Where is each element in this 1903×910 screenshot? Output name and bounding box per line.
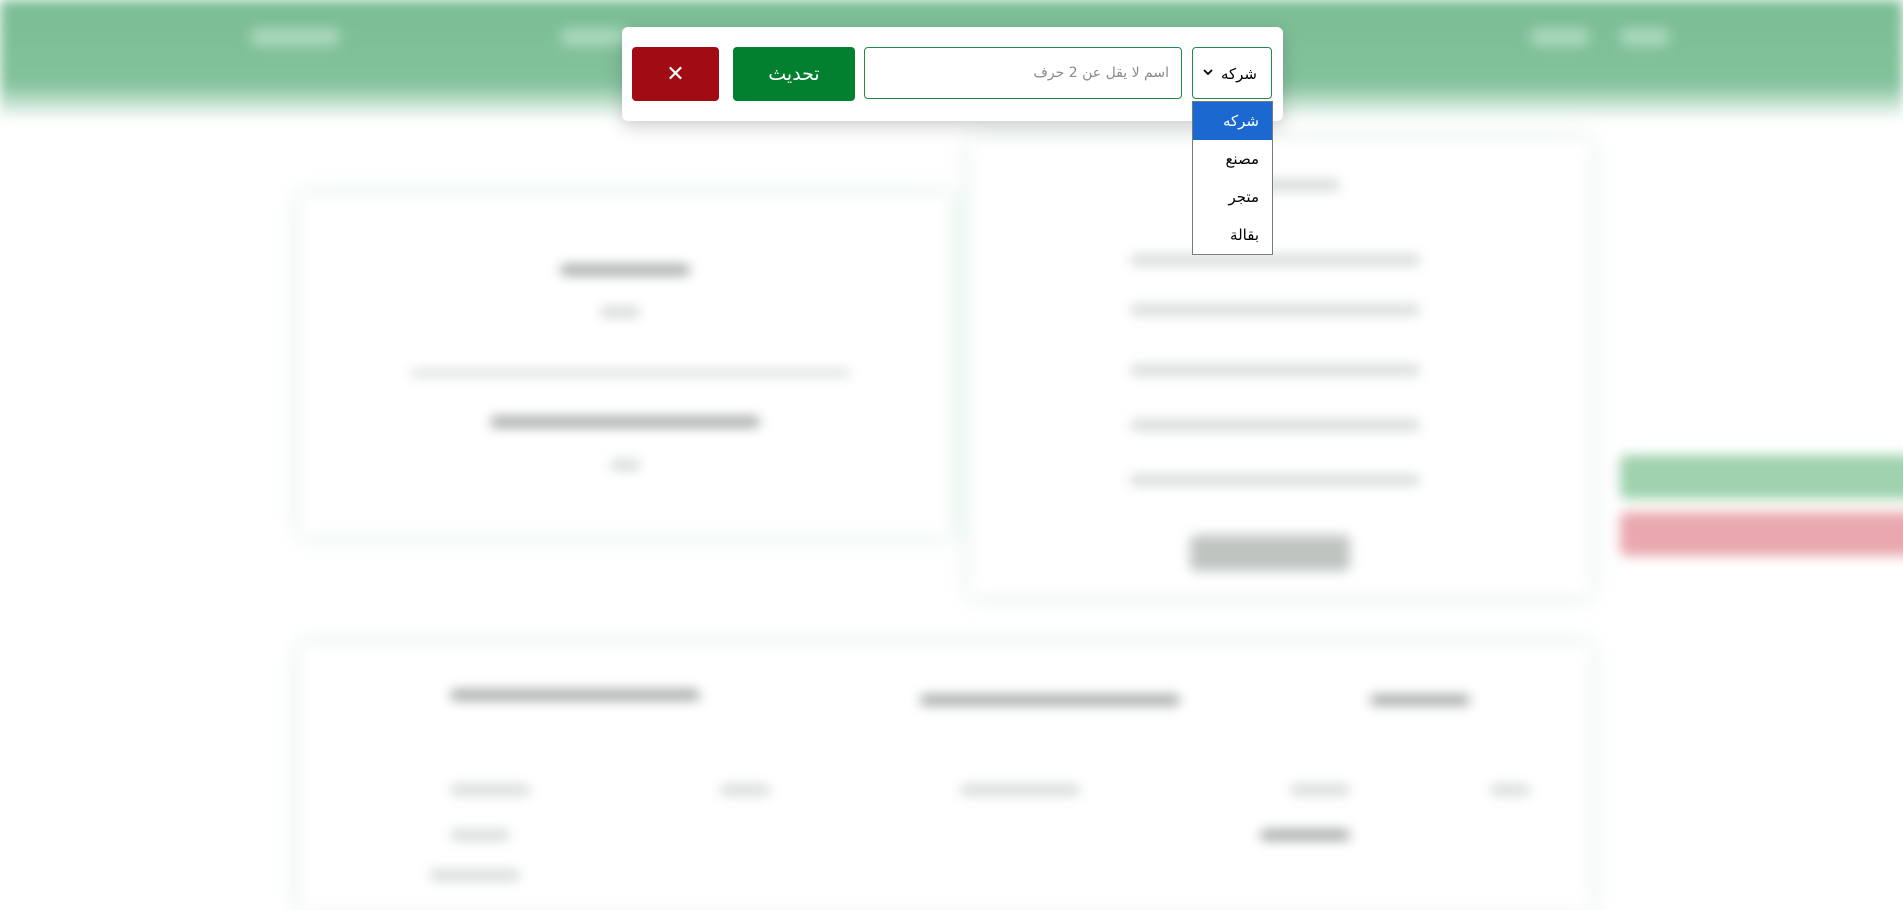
type-select[interactable]: شركه [1192, 47, 1272, 99]
background-table [300, 645, 1590, 910]
placeholder-line [490, 417, 760, 427]
placeholder-line [450, 690, 700, 700]
background-card [970, 140, 1590, 595]
nav-item [1620, 28, 1670, 46]
floating-green-panel [1620, 455, 1903, 499]
close-button[interactable]: ✕ [632, 47, 719, 101]
update-button-label: تحديث [768, 63, 820, 85]
type-options-list: شركه مصنع متجر بقالة [1192, 101, 1273, 255]
placeholder-line [960, 785, 1080, 795]
placeholder-line [1130, 255, 1420, 265]
placeholder-line [1370, 695, 1470, 705]
placeholder-line [450, 785, 530, 795]
blurred-background [0, 0, 1903, 910]
placeholder-line [1130, 475, 1420, 485]
placeholder-line [560, 265, 690, 275]
nav-item [1530, 28, 1590, 46]
close-icon: ✕ [666, 61, 685, 87]
name-search-input[interactable] [864, 47, 1182, 99]
search-dialog: ✕ تحديث شركه [622, 27, 1283, 121]
placeholder-line [410, 370, 850, 376]
placeholder-line [1260, 830, 1350, 840]
placeholder-line [720, 785, 770, 795]
placeholder-line [1130, 305, 1420, 315]
placeholder-line [450, 830, 510, 840]
placeholder-line [1130, 420, 1420, 430]
placeholder-line [610, 460, 640, 470]
type-option-factory[interactable]: مصنع [1193, 140, 1272, 178]
placeholder-button [1190, 535, 1350, 571]
placeholder-line [600, 307, 640, 317]
nav-item [560, 28, 630, 46]
placeholder-line [430, 870, 520, 880]
type-option-company[interactable]: شركه [1193, 102, 1272, 140]
update-button[interactable]: تحديث [733, 47, 855, 101]
floating-red-panel [1620, 512, 1903, 556]
nav-item [250, 28, 340, 46]
placeholder-line [1490, 785, 1530, 795]
background-card [300, 195, 950, 535]
placeholder-line [920, 695, 1180, 705]
placeholder-line [1130, 365, 1420, 375]
type-select-value: شركه [1220, 65, 1257, 83]
type-option-store[interactable]: متجر [1193, 178, 1272, 216]
chevron-down-icon [1201, 65, 1215, 79]
placeholder-line [1290, 785, 1350, 795]
type-option-grocery[interactable]: بقالة [1193, 216, 1272, 254]
